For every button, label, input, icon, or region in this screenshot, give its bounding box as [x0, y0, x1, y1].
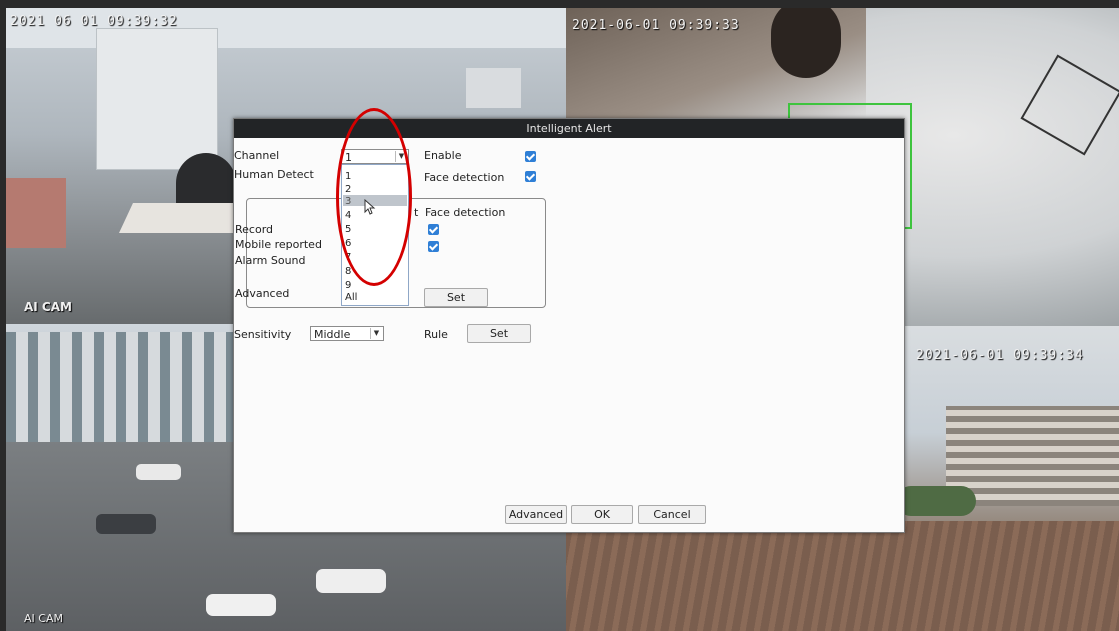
camera-name: AI CAM [24, 612, 63, 625]
annotation-ellipse [336, 108, 412, 286]
channel-option[interactable]: All [345, 292, 357, 303]
person-head [771, 8, 841, 78]
advanced-label: Advanced [235, 287, 290, 300]
timestamp: 2021-06-01 09:39:34 [916, 348, 1084, 363]
rule-set-button[interactable]: Set [467, 324, 531, 343]
group-title: Face detection [423, 206, 508, 219]
car [206, 594, 276, 616]
ceiling-object [1020, 54, 1119, 156]
channel-label: Channel [234, 149, 280, 162]
chevron-down-icon[interactable]: ▼ [370, 328, 382, 339]
red-chair [6, 178, 66, 248]
rule-label: Rule [424, 328, 448, 341]
mobile-reported-checkbox[interactable] [428, 241, 439, 252]
human-detect-label: Human Detect [234, 168, 314, 181]
sensitivity-select[interactable]: Middle ▼ [310, 326, 384, 341]
alarm-sound-label: Alarm Sound [235, 254, 306, 267]
group-partial-label: t [412, 206, 421, 219]
trees [896, 486, 976, 516]
car [316, 569, 386, 593]
channel-option[interactable]: 9 [345, 280, 351, 291]
roof [566, 521, 1119, 631]
car [96, 514, 156, 534]
record-checkbox[interactable] [428, 224, 439, 235]
timestamp: 2021 06 01 09:39:32 [10, 14, 178, 29]
cancel-button[interactable]: Cancel [638, 505, 706, 524]
mobile-reported-label: Mobile reported [235, 238, 322, 251]
door [96, 28, 218, 170]
timestamp: 2021-06-01 09:39:33 [572, 18, 740, 33]
advanced-button[interactable]: Advanced [505, 505, 567, 524]
camera-name: AI CAM [24, 300, 72, 314]
ok-button[interactable]: OK [571, 505, 633, 524]
dialog-title: Intelligent Alert [234, 119, 904, 138]
sensitivity-label: Sensitivity [234, 328, 292, 341]
building-windows [6, 332, 236, 442]
face-detection-label: Face detection [424, 171, 505, 184]
enable-checkbox[interactable] [525, 151, 536, 162]
car [136, 464, 181, 480]
face-detection-checkbox[interactable] [525, 171, 536, 182]
intelligent-alert-dialog: Intelligent Alert Channel 1 ▼ Enable Hum… [233, 118, 905, 533]
advanced-set-button[interactable]: Set [424, 288, 488, 307]
enable-label: Enable [424, 149, 462, 162]
sensitivity-select-value: Middle [314, 328, 351, 341]
record-label: Record [235, 223, 274, 236]
ac-unit [466, 68, 521, 108]
